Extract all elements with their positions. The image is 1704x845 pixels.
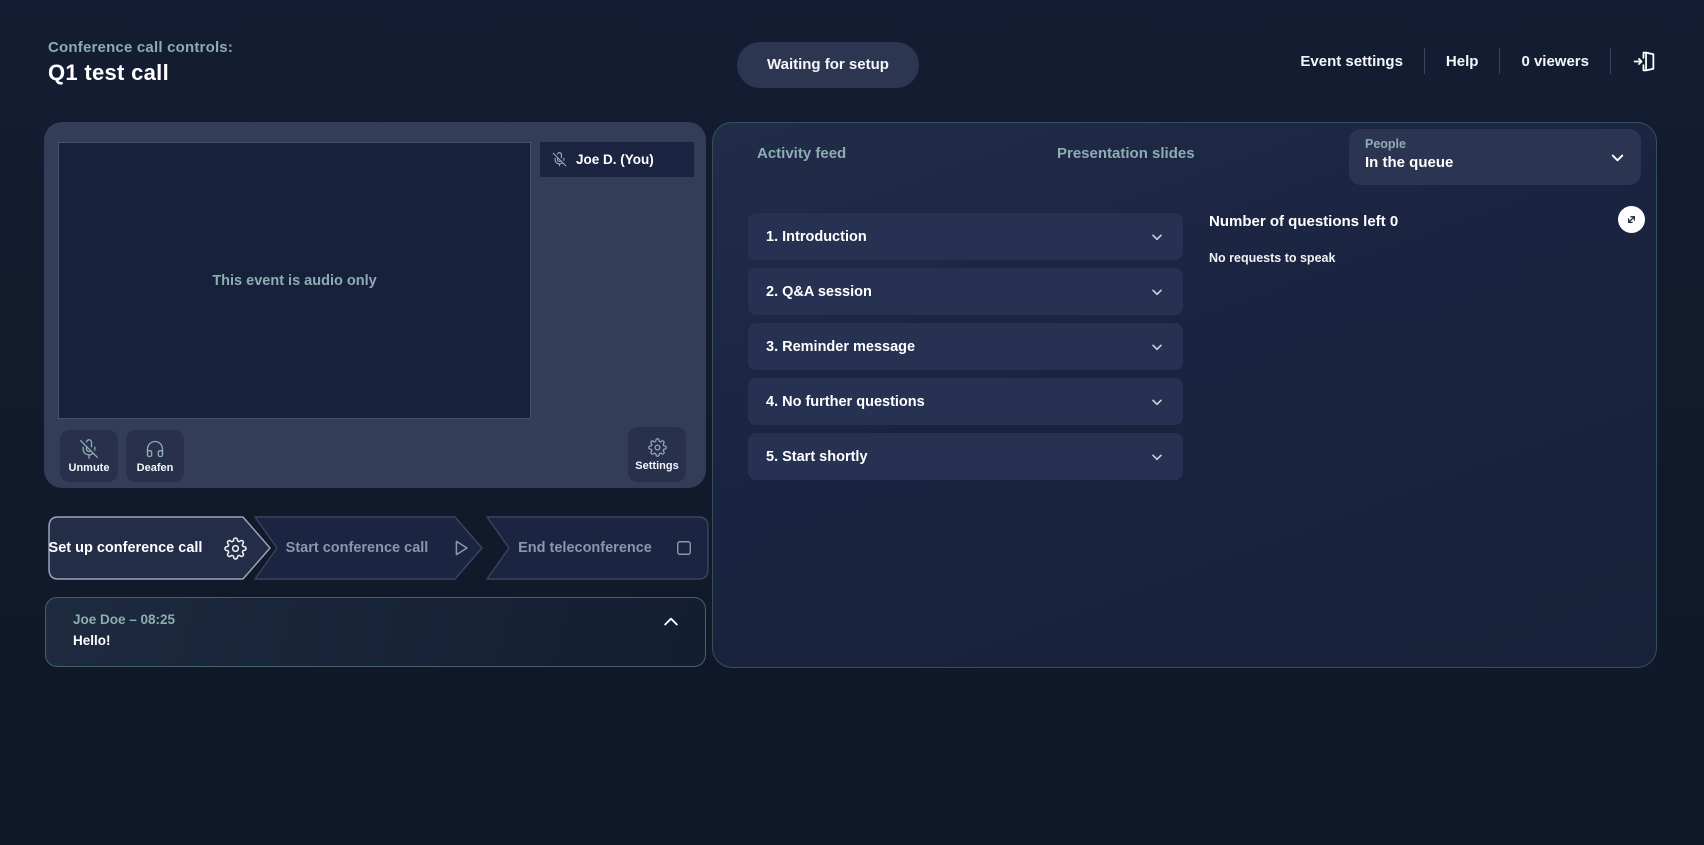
exit-door-icon <box>1633 51 1655 71</box>
conference-controls-app: Conference call controls: Q1 test call W… <box>0 0 1704 845</box>
expand-queue-button[interactable] <box>1618 206 1645 233</box>
chevron-down-icon <box>1152 289 1162 295</box>
agenda-item-start-shortly[interactable]: 5. Start shortly <box>748 433 1183 480</box>
unmute-label: Unmute <box>68 461 110 474</box>
settings-button[interactable]: Settings <box>628 427 686 482</box>
play-icon <box>455 540 469 556</box>
questions-left-counter: Number of questions left 0 <box>1209 213 1399 230</box>
status-pill: Waiting for setup <box>737 42 919 88</box>
end-teleconference-button[interactable]: End teleconference <box>486 516 710 580</box>
setup-conference-call-button[interactable]: Set up conference call <box>48 516 272 580</box>
start-conference-call-button[interactable]: Start conference call <box>254 516 484 580</box>
page-title: Q1 test call <box>48 60 169 85</box>
agenda-list: 1. Introduction 2. Q&A session 3. Remind… <box>748 213 1183 488</box>
people-dropdown-value: In the queue <box>1365 154 1454 171</box>
participant-tag: Joe D. (You) <box>540 142 694 177</box>
chevron-down-icon <box>1152 344 1162 350</box>
participant-tag-label: Joe D. (You) <box>576 152 654 167</box>
agenda-item-reminder-message[interactable]: 3. Reminder message <box>748 323 1183 370</box>
deafen-label: Deafen <box>136 461 174 474</box>
unmute-button[interactable]: Unmute <box>60 430 118 482</box>
agenda-item-introduction[interactable]: 1. Introduction <box>748 213 1183 260</box>
mic-off-icon <box>552 152 567 167</box>
video-preview: This event is audio only <box>58 142 531 419</box>
tab-activity-feed[interactable]: Activity feed <box>757 145 846 162</box>
expand-diagonal-icon <box>1628 216 1635 223</box>
agenda-item-no-further-questions[interactable]: 4. No further questions <box>748 378 1183 425</box>
people-queue-dropdown[interactable]: People In the queue <box>1349 129 1641 185</box>
no-requests-message: No requests to speak <box>1209 251 1336 265</box>
agenda-item-label: 3. Reminder message <box>766 338 916 355</box>
headphones-icon <box>146 440 164 457</box>
viewers-count[interactable]: 0 viewers <box>1500 53 1610 70</box>
agenda-item-qa-session[interactable]: 2. Q&A session <box>748 268 1183 315</box>
chat-collapse-button[interactable] <box>657 608 685 636</box>
top-nav: Event settings Help 0 viewers <box>1279 46 1657 76</box>
chevron-down-icon <box>1152 454 1162 460</box>
agenda-item-label: 4. No further questions <box>766 393 925 410</box>
start-conference-call-label: Start conference call <box>285 540 429 556</box>
tab-presentation-slides[interactable]: Presentation slides <box>1057 145 1195 162</box>
header-subtitle: Conference call controls: <box>48 39 234 56</box>
chat-author-timestamp: Joe Doe – 08:25 <box>73 612 176 627</box>
people-dropdown-label: People <box>1365 137 1406 151</box>
chevron-down-icon <box>1611 154 1624 162</box>
event-settings-link[interactable]: Event settings <box>1279 53 1424 70</box>
chevron-down-icon <box>1152 234 1162 240</box>
agenda-item-label: 5. Start shortly <box>766 448 868 465</box>
chevron-down-icon <box>1152 399 1162 405</box>
settings-label: Settings <box>635 459 679 472</box>
chat-message-card: Joe Doe – 08:25 Hello! <box>45 597 706 667</box>
agenda-item-label: 2. Q&A session <box>766 283 872 300</box>
chat-message-text: Hello! <box>73 633 111 648</box>
agenda-item-label: 1. Introduction <box>766 228 867 245</box>
gear-icon <box>224 536 248 560</box>
setup-conference-call-label: Set up conference call <box>48 540 203 556</box>
audio-only-message: This event is audio only <box>212 272 377 289</box>
stage-panel: This event is audio only Joe D. (You) Un… <box>44 122 706 488</box>
leave-button[interactable] <box>1611 49 1657 74</box>
end-teleconference-label: End teleconference <box>518 540 652 556</box>
gear-icon <box>647 437 667 457</box>
chevron-up-icon <box>664 617 678 626</box>
help-link[interactable]: Help <box>1425 53 1500 70</box>
mic-off-icon <box>80 438 99 459</box>
stop-icon <box>676 541 691 555</box>
deafen-button[interactable]: Deafen <box>126 430 184 482</box>
activity-panel: Activity feed Presentation slides People… <box>712 122 1657 668</box>
